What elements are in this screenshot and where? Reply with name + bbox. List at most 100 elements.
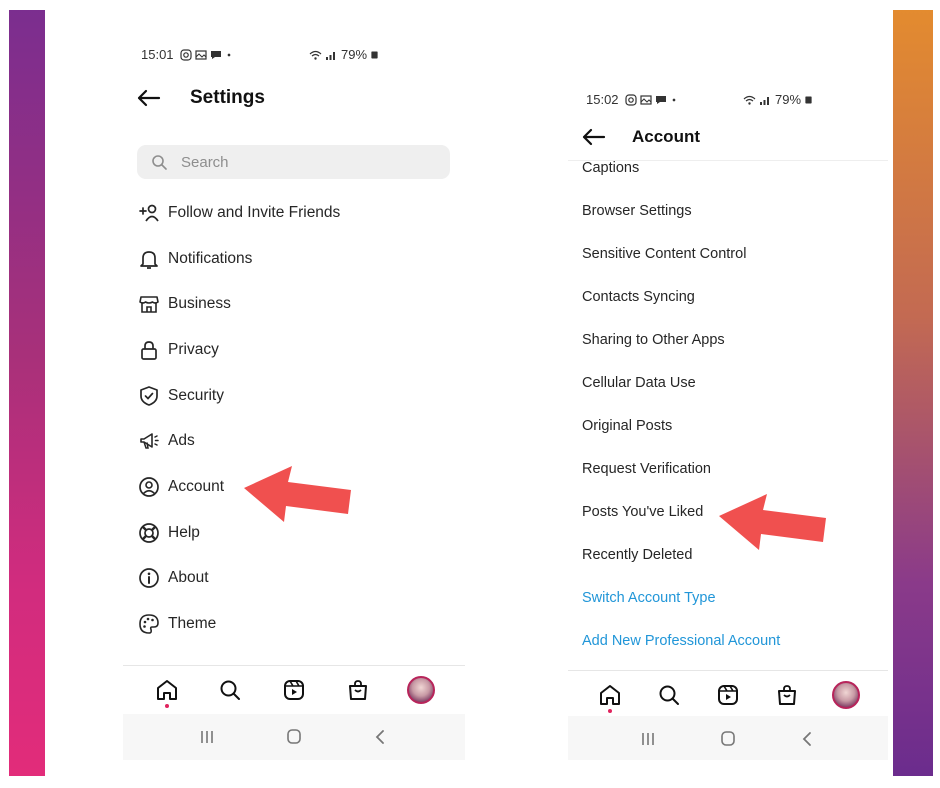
account-options-list: Captions Browser Settings Sensitive Cont… (582, 146, 780, 662)
menu-label: About (168, 569, 209, 587)
page-title: Account (632, 127, 700, 146)
lifebuoy-icon (137, 521, 161, 545)
menu-label: Business (168, 295, 231, 313)
settings-header: Settings (123, 87, 465, 109)
settings-screen: 15:01 79% Settings Follow and Invite Fr (123, 30, 465, 760)
home-button[interactable] (716, 727, 740, 751)
info-icon (137, 566, 161, 590)
menu-item-ads[interactable]: Ads (137, 418, 340, 464)
shield-check-icon (137, 384, 161, 408)
system-back-button[interactable] (369, 725, 393, 749)
notification-tray (624, 93, 678, 106)
tab-shop[interactable] (772, 680, 802, 710)
recent-apps-button[interactable] (636, 727, 660, 751)
home-button-icon (287, 729, 301, 744)
tab-home[interactable] (595, 680, 625, 713)
battery-icon (371, 51, 378, 58)
option-captions[interactable]: Captions (582, 146, 780, 189)
home-icon (156, 680, 177, 700)
home-button[interactable] (282, 725, 306, 749)
shop-icon (348, 680, 367, 700)
back-chevron-icon (376, 730, 385, 744)
tab-reels[interactable] (279, 675, 309, 705)
tab-reels[interactable] (713, 680, 743, 710)
active-dot (607, 709, 612, 713)
option-contacts-syncing[interactable]: Contacts Syncing (582, 275, 780, 318)
menu-label: Security (168, 386, 224, 404)
search-icon (152, 155, 167, 170)
bell-icon (137, 247, 161, 271)
option-sensitive-content-control[interactable]: Sensitive Content Control (582, 232, 780, 275)
storefront-icon (137, 292, 161, 316)
tab-search[interactable] (215, 675, 245, 705)
battery-icon (805, 96, 812, 103)
active-dot (164, 704, 169, 708)
wifi-icon (743, 95, 756, 105)
bottom-tab-bar (123, 667, 465, 713)
menu-item-about[interactable]: About (137, 556, 340, 602)
option-request-verification[interactable]: Request Verification (582, 447, 780, 490)
menu-item-theme[interactable]: Theme (137, 601, 340, 647)
option-original-posts[interactable]: Original Posts (582, 404, 780, 447)
menu-item-follow-invite[interactable]: Follow and Invite Friends (137, 190, 340, 236)
recent-apps-button[interactable] (195, 725, 219, 749)
switch-account-type-link[interactable]: Switch Account Type (582, 576, 780, 619)
tab-shop[interactable] (343, 675, 373, 705)
shop-icon (778, 685, 797, 705)
gallery-icon (194, 49, 207, 60)
back-button[interactable] (582, 126, 608, 148)
status-right: 79% (743, 92, 813, 107)
instagram-icon (179, 48, 192, 61)
wifi-icon (309, 50, 322, 60)
reels-icon (283, 680, 304, 700)
menu-label: Ads (168, 432, 195, 450)
account-circle-icon (137, 475, 161, 499)
dot-icon (227, 53, 230, 56)
menu-item-privacy[interactable]: Privacy (137, 327, 340, 373)
bottom-tab-bar (568, 672, 888, 718)
recent-apps-icon (200, 731, 213, 743)
megaphone-icon (137, 429, 161, 453)
status-time: 15:02 (586, 92, 619, 107)
menu-label: Follow and Invite Friends (168, 203, 341, 221)
status-time: 15:01 (141, 47, 174, 62)
message-icon (655, 95, 666, 104)
tab-profile[interactable] (831, 680, 861, 710)
profile-avatar (407, 676, 436, 704)
search-icon (659, 685, 679, 705)
menu-label: Notifications (168, 249, 253, 267)
menu-label: Account (168, 477, 225, 495)
message-icon (210, 50, 221, 59)
system-nav-bar (568, 716, 888, 760)
arrow-left-icon (137, 89, 161, 107)
tab-search[interactable] (654, 680, 684, 710)
status-bar: 15:01 79% (123, 47, 465, 62)
menu-item-notifications[interactable]: Notifications (137, 236, 340, 282)
back-button[interactable] (137, 87, 163, 109)
tabbar-divider (123, 665, 465, 666)
menu-item-business[interactable]: Business (137, 281, 340, 327)
battery-percent: 79% (775, 92, 802, 107)
profile-avatar (832, 681, 861, 709)
option-sharing-to-other-apps[interactable]: Sharing to Other Apps (582, 318, 780, 361)
reels-icon (717, 685, 738, 705)
option-browser-settings[interactable]: Browser Settings (582, 189, 780, 232)
search-box[interactable] (137, 145, 450, 179)
search-input[interactable] (181, 153, 421, 171)
left-gradient-bar (9, 10, 45, 776)
menu-label: Theme (168, 615, 217, 633)
add-professional-account-link[interactable]: Add New Professional Account (582, 619, 780, 662)
lock-icon (137, 338, 161, 362)
tabbar-divider (568, 670, 888, 671)
search-icon (220, 680, 241, 700)
gallery-icon (639, 94, 652, 105)
tab-home[interactable] (152, 675, 182, 708)
option-cellular-data-use[interactable]: Cellular Data Use (582, 361, 780, 404)
system-back-button[interactable] (796, 727, 820, 751)
red-pointer-arrow (244, 466, 351, 522)
menu-item-security[interactable]: Security (137, 373, 340, 419)
signal-icon (760, 96, 769, 105)
tab-profile[interactable] (406, 675, 436, 705)
instagram-icon (624, 93, 637, 106)
add-person-icon (137, 201, 161, 225)
